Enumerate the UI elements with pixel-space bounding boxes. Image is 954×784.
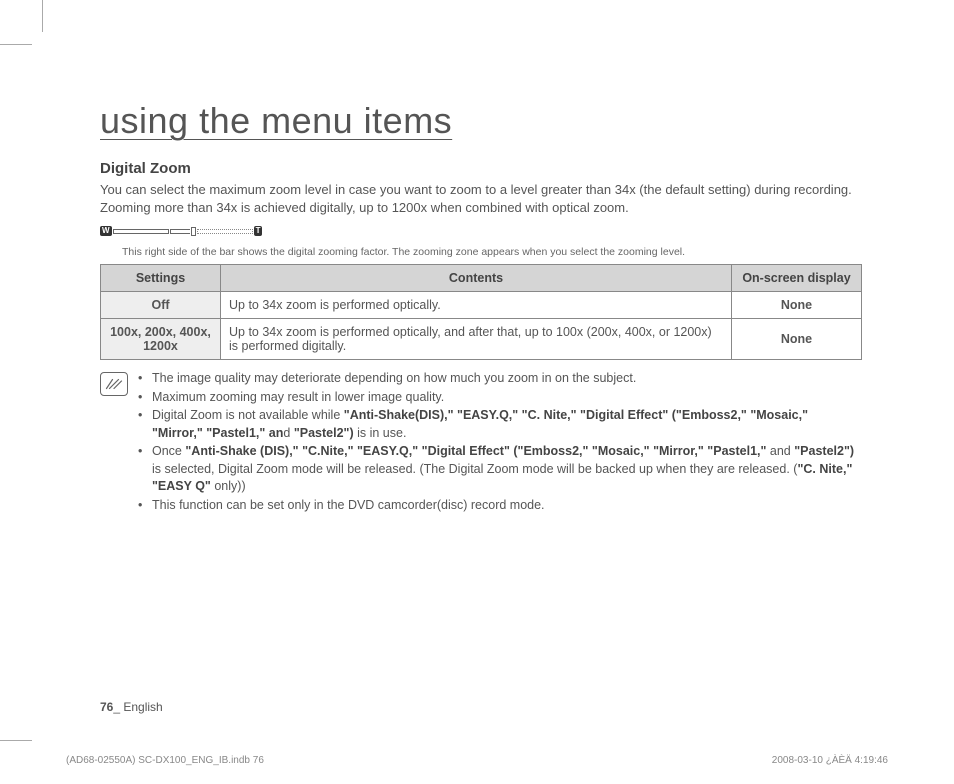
- setting-display: None: [732, 292, 862, 319]
- note-item: This function can be set only in the DVD…: [138, 497, 862, 515]
- zoom-caption: This right side of the bar shows the dig…: [122, 246, 862, 258]
- table-header-row: Settings Contents On-screen display: [101, 265, 862, 292]
- zoom-track-mid: [170, 229, 190, 234]
- note-item: The image quality may deteriorate depend…: [138, 370, 862, 388]
- settings-table: Settings Contents On-screen display Off …: [100, 264, 862, 360]
- setting-contents: Up to 34x zoom is performed optically.: [221, 292, 732, 319]
- page-title: using the menu items: [100, 100, 862, 142]
- page-number: 76_ English: [100, 700, 163, 714]
- section-intro: You can select the maximum zoom level in…: [100, 181, 862, 216]
- zoom-knob: [191, 227, 196, 236]
- print-file: (AD68-02550A) SC-DX100_ENG_IB.indb 76: [66, 755, 264, 766]
- zoom-wide-label: W: [100, 226, 112, 236]
- col-settings: Settings: [101, 265, 221, 292]
- table-row: Off Up to 34x zoom is performed opticall…: [101, 292, 862, 319]
- note-item: Once "Anti-Shake (DIS)," "C.Nite," "EASY…: [138, 443, 862, 496]
- table-row: 100x, 200x, 400x, 1200x Up to 34x zoom i…: [101, 319, 862, 360]
- note-item: Digital Zoom is not available while "Ant…: [138, 407, 862, 442]
- page-content: using the menu items Digital Zoom You ca…: [0, 0, 954, 515]
- setting-contents: Up to 34x zoom is performed optically, a…: [221, 319, 732, 360]
- setting-label: 100x, 200x, 400x, 1200x: [101, 319, 221, 360]
- notes-block: The image quality may deteriorate depend…: [100, 370, 862, 515]
- notes-list: The image quality may deteriorate depend…: [138, 370, 862, 515]
- setting-display: None: [732, 319, 862, 360]
- print-footer: (AD68-02550A) SC-DX100_ENG_IB.indb 76 20…: [66, 755, 888, 766]
- zoom-track-optical: [113, 229, 169, 234]
- note-item: Maximum zooming may result in lower imag…: [138, 389, 862, 407]
- setting-label: Off: [101, 292, 221, 319]
- section-title: Digital Zoom: [100, 160, 862, 177]
- zoom-tele-label: T: [254, 226, 263, 236]
- zoom-track-digital: [197, 229, 253, 234]
- note-icon: [100, 372, 128, 396]
- col-contents: Contents: [221, 265, 732, 292]
- print-timestamp: 2008-03-10 ¿ÀÈÄ 4:19:46: [772, 755, 888, 766]
- col-display: On-screen display: [732, 265, 862, 292]
- zoom-bar-diagram: W T: [100, 226, 862, 236]
